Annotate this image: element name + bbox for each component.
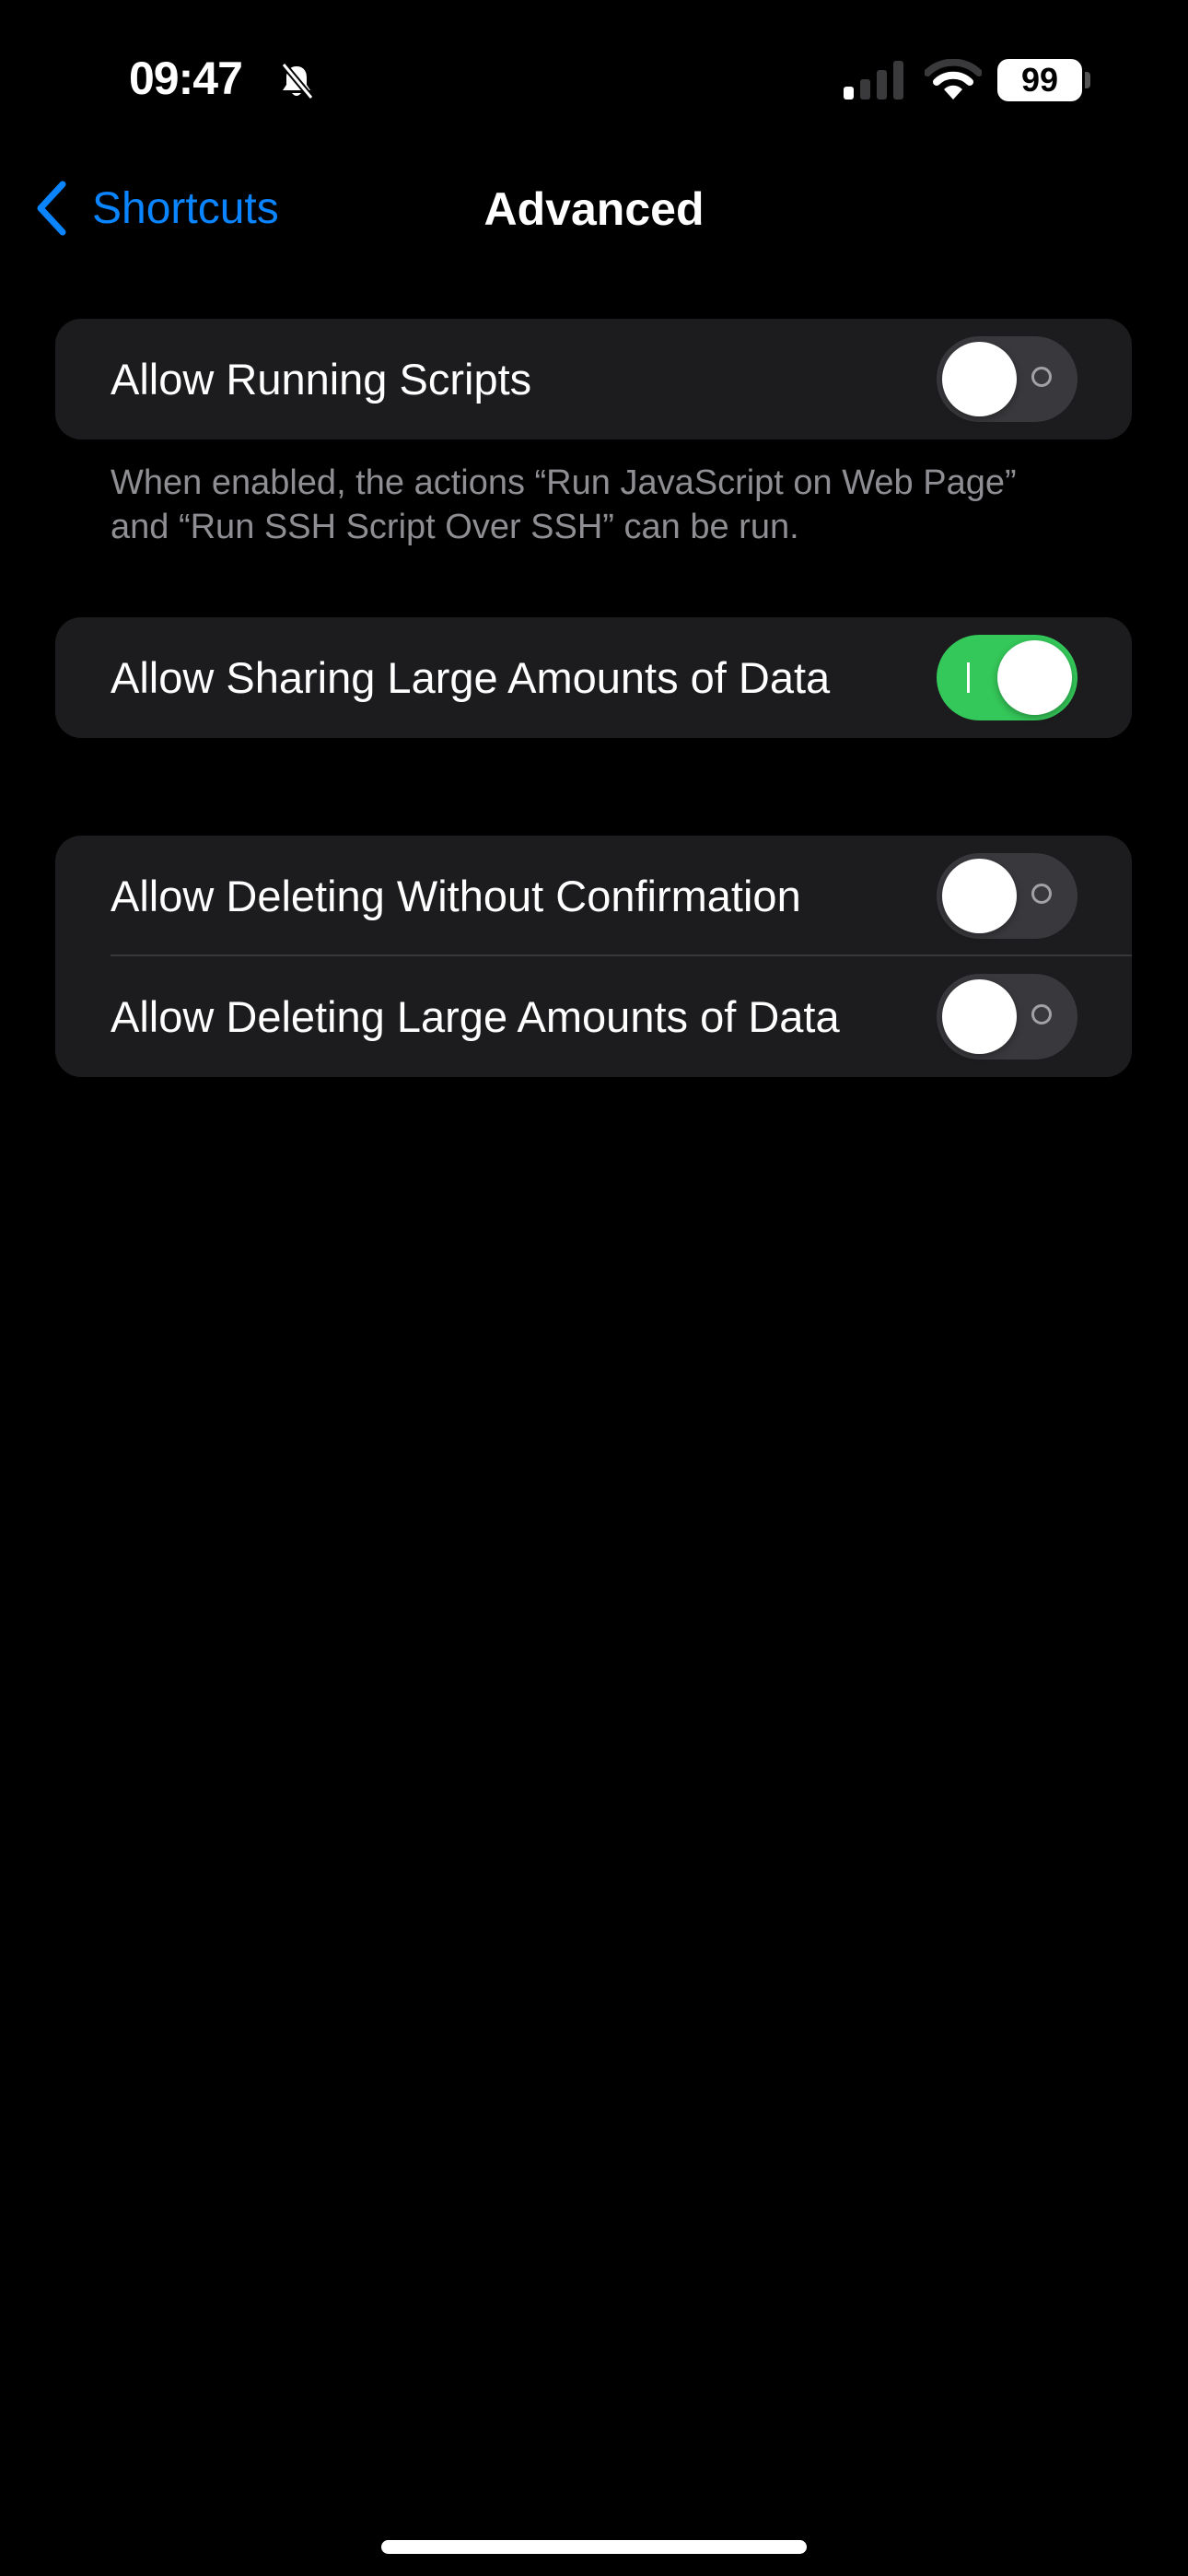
setting-row-allow-running-scripts: Allow Running Scripts <box>55 319 1132 439</box>
settings-group-scripts: Allow Running Scripts <box>55 319 1132 439</box>
signal-bar <box>844 87 854 100</box>
cellular-signal-icon <box>844 61 904 100</box>
signal-bar <box>860 79 870 100</box>
bell-slash-icon <box>276 61 317 101</box>
setting-row-allow-sharing-large-data: Allow Sharing Large Amounts of Data <box>55 617 1132 738</box>
wifi-icon <box>924 58 983 101</box>
allow-sharing-large-data-toggle[interactable] <box>937 635 1077 720</box>
setting-row-allow-deleting-large-data: Allow Deleting Large Amounts of Data <box>55 956 1132 1077</box>
allow-deleting-large-data-toggle[interactable] <box>937 974 1077 1060</box>
setting-label: Allow Deleting Large Amounts of Data <box>111 992 840 1041</box>
allow-running-scripts-toggle[interactable] <box>937 336 1077 422</box>
signal-bar <box>893 61 903 100</box>
toggle-knob <box>942 979 1017 1054</box>
allow-deleting-without-confirmation-toggle[interactable] <box>937 853 1077 939</box>
page-title: Advanced <box>483 183 705 235</box>
section-footer-note: When enabled, the actions “Run JavaScrip… <box>111 463 1017 546</box>
home-indicator[interactable] <box>381 2540 807 2554</box>
toggle-knob <box>942 342 1017 416</box>
toggle-on-indicator <box>967 662 970 693</box>
battery-indicator: 99 <box>997 59 1082 101</box>
signal-bar <box>877 70 887 100</box>
toggle-off-indicator <box>1031 367 1052 387</box>
setting-row-allow-deleting-without-confirmation: Allow Deleting Without Confirmation <box>55 836 1132 956</box>
setting-label: Allow Deleting Without Confirmation <box>111 872 801 920</box>
toggle-off-indicator <box>1031 1004 1052 1025</box>
setting-label: Allow Running Scripts <box>111 355 532 404</box>
toggle-knob <box>942 859 1017 933</box>
settings-group-sharing: Allow Sharing Large Amounts of Data <box>55 617 1132 738</box>
settings-group-deleting: Allow Deleting Without Confirmation Allo… <box>55 836 1132 1077</box>
toggle-off-indicator <box>1031 884 1052 904</box>
toggle-knob <box>997 640 1072 715</box>
setting-label: Allow Sharing Large Amounts of Data <box>111 653 831 702</box>
battery-nub <box>1085 72 1090 88</box>
status-time: 09:47 <box>129 53 243 104</box>
